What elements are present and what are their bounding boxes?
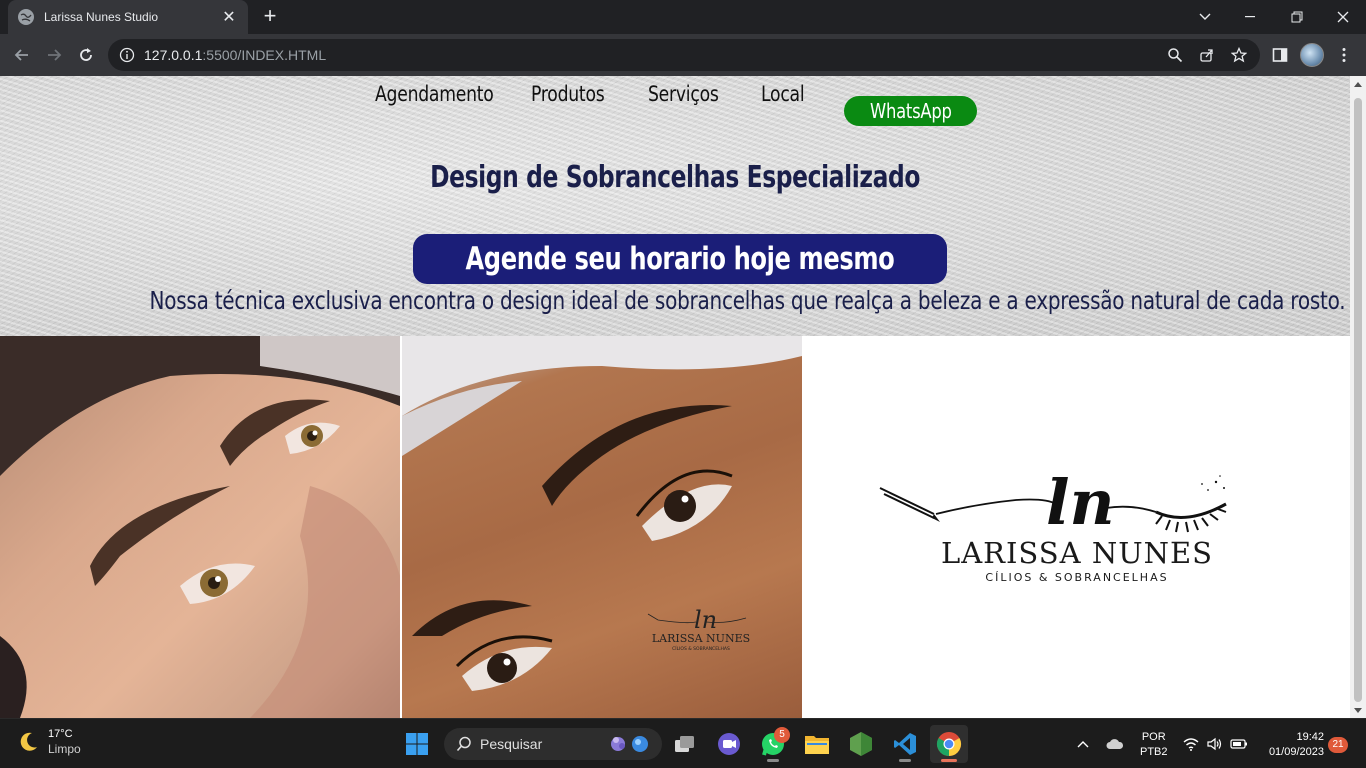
volume-icon[interactable] [1206,735,1224,753]
menu-kebab-icon[interactable] [1330,41,1358,69]
browser-tab[interactable]: Larissa Nunes Studio ✕ [8,0,248,34]
eyebrow-photo-2: ln LARISSA NUNES CÍLIOS & SOBRANCELHAS [402,336,802,718]
taskbar-search[interactable]: Pesquisar [444,728,662,760]
back-arrow-icon[interactable] [8,41,36,69]
tagline: Nossa técnica exclusiva encontra o desig… [0,286,1350,315]
chrome-app[interactable] [930,725,968,763]
page-title: Design de Sobrancelhas Especializado [0,160,1350,195]
nodejs-app[interactable] [842,725,880,763]
minimize-button[interactable] [1228,0,1274,34]
video-chat-icon [718,733,740,755]
weather-condition: Limpo [48,742,81,756]
url-text: 127.0.0.1:5500/INDEX.HTML [144,47,326,63]
task-view-icon [675,736,694,752]
vscode-app[interactable] [886,725,924,763]
nav-link-produtos[interactable]: Produtos [531,82,605,106]
side-panel-icon[interactable] [1266,41,1294,69]
svg-text:LARISSA NUNES: LARISSA NUNES [652,632,750,645]
search-icon [456,736,471,752]
schedule-cta-button[interactable]: Agende seu horario hoje mesmo [413,234,947,284]
wifi-icon[interactable] [1182,735,1200,753]
chrome-icon [936,732,962,756]
browser-toolbar: 127.0.0.1:5500/INDEX.HTML [0,34,1366,76]
teams-chat-app[interactable] [710,725,748,763]
whatsapp-unread-badge: 5 [774,727,790,743]
weather-widget[interactable]: 17°C Limpo [16,727,81,757]
browser-tab-bar: Larissa Nunes Studio ✕ + [0,0,1366,34]
input-language-indicator[interactable]: POR PTB2 [1140,730,1168,760]
vscode-icon [894,733,916,755]
globe-icon [18,9,34,25]
url-host: 127.0.0.1 [144,47,203,63]
whatsapp-button-label: WhatsApp [869,99,952,123]
search-highlight-icon [611,736,648,752]
share-icon[interactable] [1194,43,1220,67]
search-placeholder: Pesquisar [480,736,543,752]
page-viewport: Agendamento Produtos Serviços Local What… [0,76,1366,718]
tagline-text: Nossa técnica exclusiva encontra o desig… [149,286,1346,315]
brand-logo-panel: ln LARISSA NUNES CÍLIOS & SOBRANCELHAS [804,336,1350,718]
file-explorer-app[interactable] [798,725,836,763]
clock-date: 01/09/2023 [1268,746,1324,758]
bookmark-star-icon[interactable] [1226,43,1252,67]
address-bar[interactable]: 127.0.0.1:5500/INDEX.HTML [108,39,1260,71]
svg-text:CÍLIOS & SOBRANCELHAS: CÍLIOS & SOBRANCELHAS [672,645,730,652]
onedrive-cloud-icon[interactable] [1106,735,1124,753]
battery-icon[interactable] [1230,735,1248,753]
scroll-up-arrow-icon[interactable] [1350,76,1366,92]
moon-icon [20,732,37,751]
url-path: :5500/INDEX.HTML [202,47,327,63]
whatsapp-button[interactable]: WhatsApp [844,96,977,126]
hero-section: Agendamento Produtos Serviços Local What… [0,76,1350,336]
close-window-button[interactable] [1320,0,1366,34]
forward-arrow-icon[interactable] [40,41,68,69]
keyboard-layout: PTB2 [1140,746,1168,758]
brand-subtitle: CÍLIOS & SOBRANCELHAS [985,571,1169,584]
scroll-down-arrow-icon[interactable] [1350,702,1366,718]
tab-title: Larissa Nunes Studio [44,10,159,24]
task-view-button[interactable] [666,725,704,763]
zoom-icon[interactable] [1162,43,1188,67]
close-tab-icon[interactable]: ✕ [220,7,238,27]
site-info-icon[interactable] [118,46,136,64]
nav-link-servicos[interactable]: Serviços [648,82,719,106]
new-tab-button[interactable]: + [258,4,282,28]
taskbar: 17°C Limpo Pesquisar 5 POR PTB2 19:42 01… [0,718,1366,768]
show-hidden-icons-chevron-icon[interactable] [1074,735,1092,753]
clock-time: 19:42 [1296,731,1324,743]
profile-avatar[interactable] [1298,41,1326,69]
page-scrollbar[interactable] [1350,76,1366,718]
folder-icon [805,736,829,754]
tab-search-chevron-icon[interactable] [1182,0,1228,34]
scroll-thumb[interactable] [1354,98,1362,702]
gallery: ln LARISSA NUNES CÍLIOS & SOBRANCELHAS l… [0,336,1350,718]
cta-label: Agende seu horario hoje mesmo [465,241,895,277]
headline-text: Design de Sobrancelhas Especializado [430,160,920,195]
brand-name: LARISSA NUNES [940,536,1214,570]
system-clock[interactable]: 19:42 01/09/2023 [1258,730,1324,760]
whatsapp-app[interactable]: 5 [754,725,792,763]
windows-logo-icon [406,733,428,755]
start-button[interactable] [398,725,436,763]
eyebrow-photo-1 [0,336,400,718]
svg-text:ln: ln [694,606,717,634]
nav-link-local[interactable]: Local [761,82,805,106]
notification-count-badge[interactable]: 21 [1328,737,1348,753]
weather-temp: 17°C [48,728,73,740]
watermark-logo-image: ln LARISSA NUNES CÍLIOS & SOBRANCELHAS [647,606,750,652]
reload-icon[interactable] [72,41,100,69]
restore-button[interactable] [1274,0,1320,34]
svg-text:ln: ln [1046,466,1115,539]
hexagon-icon [850,732,872,756]
nav-link-agendamento[interactable]: Agendamento [375,82,494,106]
language-code: POR [1141,731,1166,743]
